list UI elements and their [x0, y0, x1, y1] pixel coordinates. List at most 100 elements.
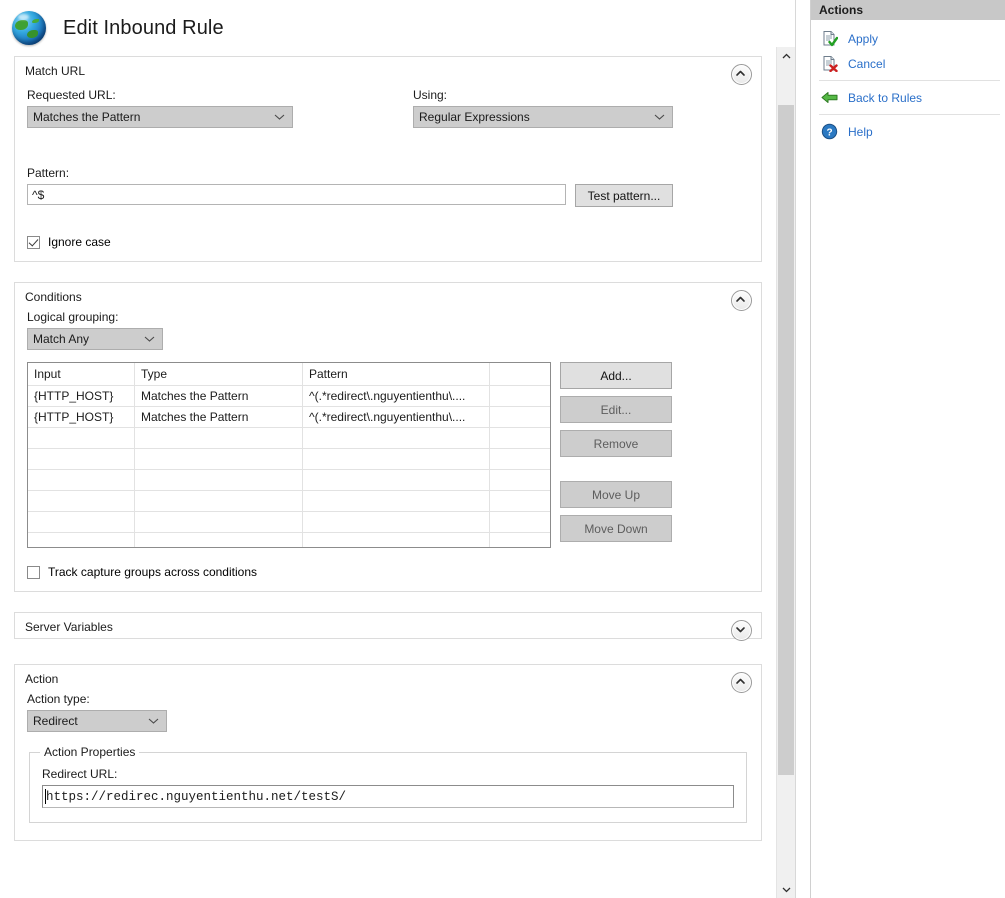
cell-type: [134, 448, 303, 470]
server-variables-section-title: Server Variables: [25, 620, 113, 634]
chevron-down-icon: [274, 110, 285, 124]
server-variables-section: Server Variables: [14, 612, 762, 641]
table-row-empty[interactable]: [28, 532, 550, 547]
help-action-label: Help: [848, 124, 873, 139]
redirect-url-input[interactable]: https://redirec.nguyentienthu.net/testS/: [42, 785, 734, 808]
help-action[interactable]: ? Help: [811, 119, 1005, 144]
cell-blank: [489, 448, 550, 470]
apply-action[interactable]: Apply: [811, 26, 1005, 51]
chevron-down-icon: [736, 627, 745, 633]
track-capture-groups-row[interactable]: Track capture groups across conditions: [27, 565, 749, 579]
conditions-buttons: Add... Edit... Remove Move Up Move Down: [560, 362, 672, 542]
requested-url-label: Requested URL:: [27, 88, 116, 102]
ignore-case-checkbox[interactable]: [27, 235, 40, 249]
action-section: Action Action type: Redirect Action Prop…: [14, 664, 762, 841]
scroll-up-button[interactable]: [777, 47, 795, 65]
logical-grouping-select[interactable]: Match Any: [27, 328, 163, 350]
actions-pane: Actions Apply Cancel Back to Rules ? Hel…: [810, 0, 1005, 898]
globe-icon: [12, 11, 46, 45]
match-url-section-title: Match URL: [25, 64, 86, 78]
action-properties-legend: Action Properties: [40, 745, 140, 759]
chevron-down-icon: [144, 332, 155, 346]
table-row[interactable]: {HTTP_HOST} Matches the Pattern ^(.*redire…: [28, 385, 550, 407]
help-question-icon: ?: [821, 123, 838, 140]
apply-action-label: Apply: [848, 31, 879, 46]
using-label: Using:: [413, 88, 448, 102]
cell-pattern: [302, 511, 490, 533]
action-collapse-button[interactable]: [731, 672, 752, 693]
column-header-type: Type: [134, 363, 303, 386]
track-capture-groups-checkbox[interactable]: [27, 565, 40, 579]
action-type-select[interactable]: Redirect: [27, 710, 167, 732]
page-title: Edit Inbound Rule: [63, 16, 224, 39]
table-row[interactable]: {HTTP_HOST} Matches the Pattern ^(.*redire…: [28, 406, 550, 428]
action-type-label: Action type:: [27, 692, 90, 706]
main-pane: Edit Inbound Rule Match URL Requested UR…: [0, 0, 796, 898]
chevron-up-icon: [736, 296, 745, 302]
edit-condition-button[interactable]: Edit...: [560, 396, 672, 423]
conditions-table[interactable]: Input Type Pattern {HTTP_HOST} Matches th…: [27, 362, 551, 548]
logical-grouping-value: Match Any: [33, 332, 90, 346]
table-row-empty[interactable]: [28, 448, 550, 470]
scroll-down-button[interactable]: [777, 880, 795, 898]
cell-blank: [489, 490, 550, 512]
scrollable-content-area: Match URL Requested URL: Matches the Pat…: [0, 47, 776, 898]
table-row-empty[interactable]: [28, 427, 550, 449]
cell-pattern: [302, 490, 490, 512]
ignore-case-label: Ignore case: [48, 235, 111, 249]
table-row-empty[interactable]: [28, 511, 550, 533]
cell-input: [28, 532, 135, 547]
server-variables-expand-button[interactable]: [731, 620, 752, 641]
cell-input: [28, 511, 135, 533]
column-header-pattern: Pattern: [302, 363, 490, 386]
actions-divider: [819, 114, 1000, 115]
scrollbar-thumb[interactable]: [778, 105, 794, 775]
edit-inbound-rule-screen: Edit Inbound Rule Match URL Requested UR…: [0, 0, 1005, 898]
document-check-icon: [821, 30, 839, 47]
chevron-down-icon: [654, 110, 665, 124]
ignore-case-row[interactable]: Ignore case: [27, 235, 749, 249]
cell-blank: [489, 385, 550, 407]
match-url-collapse-button[interactable]: [731, 64, 752, 85]
chevron-up-icon: [736, 70, 745, 76]
requested-url-select[interactable]: Matches the Pattern: [27, 106, 293, 128]
match-url-section: Match URL Requested URL: Matches the Pat…: [14, 56, 762, 262]
column-header-input: Input: [28, 363, 135, 386]
cell-type: Matches the Pattern: [134, 385, 303, 407]
cell-input: [28, 469, 135, 491]
move-up-button[interactable]: Move Up: [560, 481, 672, 508]
green-back-arrow-icon: [821, 89, 838, 106]
using-select[interactable]: Regular Expressions: [413, 106, 673, 128]
action-properties-group: Action Properties Redirect URL: https://…: [29, 745, 747, 823]
table-row-empty[interactable]: [28, 490, 550, 512]
table-row-empty[interactable]: [28, 469, 550, 491]
requested-url-value: Matches the Pattern: [33, 110, 141, 124]
cell-input: {HTTP_HOST}: [28, 406, 135, 428]
cell-type: [134, 532, 303, 547]
cell-blank: [489, 469, 550, 491]
redirect-url-label: Redirect URL:: [42, 767, 118, 781]
cell-pattern: ^(.*redirect\.nguyentienthu\....: [302, 406, 490, 428]
test-pattern-button[interactable]: Test pattern...: [575, 184, 673, 207]
cell-type: Matches the Pattern: [134, 406, 303, 428]
back-to-rules-action-label: Back to Rules: [848, 90, 923, 105]
cell-input: {HTTP_HOST}: [28, 385, 135, 407]
chevron-down-icon: [148, 714, 159, 728]
add-condition-button[interactable]: Add...: [560, 362, 672, 389]
conditions-collapse-button[interactable]: [731, 290, 752, 311]
cancel-action[interactable]: Cancel: [811, 51, 1005, 76]
back-to-rules-action[interactable]: Back to Rules: [811, 85, 1005, 110]
logical-grouping-label: Logical grouping:: [27, 310, 119, 324]
remove-condition-button[interactable]: Remove: [560, 430, 672, 457]
cell-blank: [489, 406, 550, 428]
pattern-input[interactable]: ^$: [27, 184, 566, 205]
cell-pattern: ^(.*redirect\.nguyentienthu\....: [302, 385, 490, 407]
cell-input: [28, 490, 135, 512]
chevron-up-icon: [782, 53, 790, 58]
track-capture-groups-label: Track capture groups across conditions: [48, 565, 257, 579]
vertical-scrollbar[interactable]: [776, 47, 795, 898]
cell-pattern: [302, 532, 490, 547]
cell-blank: [489, 511, 550, 533]
move-down-button[interactable]: Move Down: [560, 515, 672, 542]
actions-divider: [819, 80, 1000, 81]
